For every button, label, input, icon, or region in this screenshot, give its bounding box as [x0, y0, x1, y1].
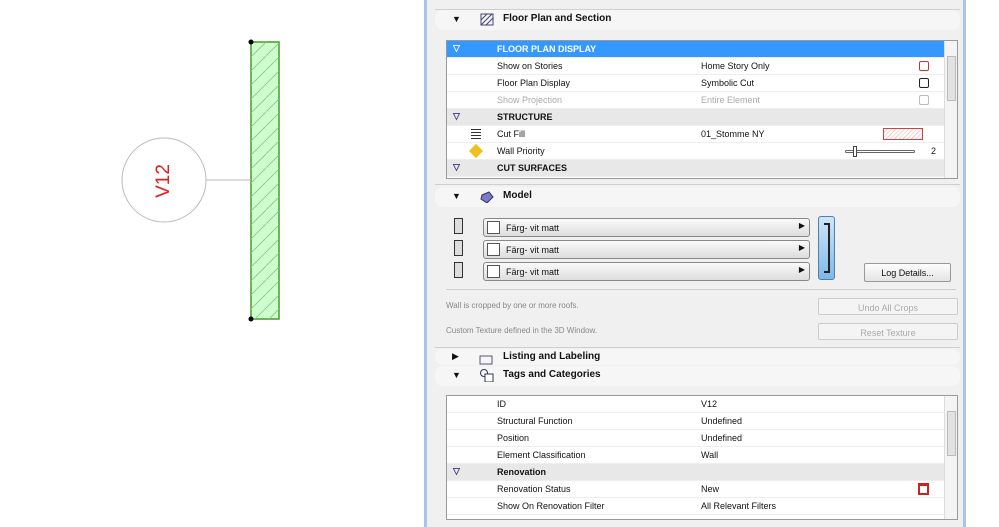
- surface-icon: [454, 218, 463, 234]
- projection-icon[interactable]: [919, 95, 929, 105]
- wall-node-bottom: [248, 316, 254, 322]
- table-row[interactable]: Element Classification Wall: [447, 447, 957, 464]
- renovation-status-icon[interactable]: [918, 483, 929, 495]
- row-label: Show on Stories: [497, 61, 563, 71]
- material-selector[interactable]: Färg- vit matt ▶: [483, 218, 810, 237]
- row-value[interactable]: Entire Element: [701, 95, 760, 105]
- group-toggle-icon[interactable]: ▽: [453, 111, 460, 122]
- surface-icon: [454, 262, 463, 278]
- listing-icon: [479, 355, 493, 365]
- link-materials-toggle[interactable]: [818, 216, 835, 280]
- row-value[interactable]: 2: [931, 146, 936, 156]
- model-icon: [480, 191, 494, 203]
- arrow-right-icon: ▶: [798, 265, 805, 274]
- material-name: Färg- vit matt: [506, 223, 560, 233]
- section-tags[interactable]: ▼ Tags and Categories: [435, 366, 960, 386]
- surface-icon: [454, 240, 463, 256]
- stories-icon[interactable]: [919, 61, 929, 71]
- table-row[interactable]: ID V12: [447, 396, 957, 413]
- scrollbar[interactable]: [944, 396, 957, 519]
- floor-plan-table: ▽ FLOOR PLAN DISPLAY Show on Stories Home S…: [446, 40, 958, 179]
- table-group-row[interactable]: ▽ STRUCTURE: [447, 109, 957, 126]
- table-row[interactable]: Floor Plan Display Symbolic Cut: [447, 75, 957, 92]
- row-value[interactable]: 01_Stomme NY: [701, 129, 765, 139]
- arrow-right-icon: ▶: [798, 221, 805, 230]
- scrollbar[interactable]: [944, 41, 957, 178]
- group-toggle-icon[interactable]: ▽: [453, 43, 460, 54]
- material-swatch: [487, 265, 500, 278]
- expand-triangle-icon[interactable]: ▼: [452, 14, 461, 24]
- settings-panel: ▼ Floor Plan and Section ▽ FLOOR PLAN DIS…: [424, 0, 966, 527]
- table-row[interactable]: Cut Fill 01_Stomme NY: [447, 126, 957, 143]
- tags-table: ID V12 Structural Function Undefined Positio…: [446, 395, 958, 520]
- table-group-row[interactable]: ▽ FLOOR PLAN DISPLAY: [447, 41, 957, 58]
- cut-fill-swatch[interactable]: [883, 128, 923, 140]
- table-row[interactable]: Show on Stories Home Story Only: [447, 58, 957, 75]
- table-row[interactable]: Renovation Status New: [447, 481, 957, 498]
- cut-fill-icon: [471, 129, 481, 139]
- row-value[interactable]: Undefined: [701, 416, 742, 426]
- wall-priority-slider[interactable]: [845, 146, 915, 157]
- plan-canvas[interactable]: [0, 0, 420, 527]
- row-label: Structural Function: [497, 416, 573, 426]
- row-label: Renovation Status: [497, 484, 571, 494]
- wall-node-top: [248, 39, 254, 45]
- display-icon[interactable]: [919, 78, 929, 88]
- row-label: Wall Priority: [497, 146, 545, 156]
- reset-texture-button[interactable]: Reset Texture: [818, 323, 958, 340]
- group-toggle-icon[interactable]: ▽: [453, 162, 460, 173]
- row-label: Position: [497, 433, 530, 443]
- group-label: Renovation: [497, 467, 547, 477]
- material-name: Färg- vit matt: [506, 245, 560, 255]
- row-label: Show Projection: [497, 95, 563, 105]
- log-details-button[interactable]: Log Details...: [864, 263, 951, 282]
- section-model[interactable]: ▼ Model: [435, 187, 960, 207]
- row-label: ID: [497, 399, 506, 409]
- wall-element[interactable]: [248, 39, 280, 322]
- row-value[interactable]: Home Story Only: [701, 61, 770, 71]
- group-label: FLOOR PLAN DISPLAY: [497, 44, 597, 54]
- arrow-right-icon: ▶: [798, 243, 805, 252]
- row-value[interactable]: Wall: [701, 450, 718, 460]
- table-row[interactable]: Position Undefined: [447, 430, 957, 447]
- material-name: Färg- vit matt: [506, 267, 560, 277]
- row-value[interactable]: New: [701, 484, 719, 494]
- row-value[interactable]: All Relevant Filters: [701, 501, 776, 511]
- table-group-row[interactable]: ▽ CUT SURFACES: [447, 160, 957, 177]
- row-value[interactable]: V12: [701, 399, 717, 409]
- table-row[interactable]: Wall Priority 2: [447, 143, 957, 160]
- material-selector[interactable]: Färg- vit matt ▶: [483, 262, 810, 281]
- scrollbar-thumb[interactable]: [947, 56, 956, 101]
- group-toggle-icon[interactable]: ▽: [453, 466, 460, 477]
- texture-note: Custom Texture defined in the 3D Window.: [446, 326, 598, 335]
- row-value[interactable]: Symbolic Cut: [701, 78, 754, 88]
- priority-icon: [468, 143, 484, 159]
- undo-all-crops-button[interactable]: Undo All Crops: [818, 298, 958, 315]
- material-selector[interactable]: Färg- vit matt ▶: [483, 240, 810, 259]
- row-value[interactable]: Undefined: [701, 433, 742, 443]
- slider-thumb[interactable]: [853, 146, 857, 157]
- table-row[interactable]: Show Projection Entire Element: [447, 92, 957, 109]
- group-label: STRUCTURE: [497, 112, 553, 122]
- tags-icon: [480, 369, 494, 382]
- table-row[interactable]: Show On Renovation Filter All Relevant Fi…: [447, 498, 957, 515]
- group-label: CUT SURFACES: [497, 163, 568, 173]
- material-swatch: [487, 221, 500, 234]
- wall-marker-label: V12: [153, 164, 174, 198]
- table-group-row[interactable]: ▽ Renovation: [447, 464, 957, 481]
- row-label: Cut Fill: [497, 129, 526, 139]
- floor-plan-icon: [480, 13, 494, 26]
- crop-note: Wall is cropped by one or more roofs.: [446, 301, 579, 310]
- row-label: Show On Renovation Filter: [497, 501, 605, 511]
- material-swatch: [487, 243, 500, 256]
- section-floor-plan[interactable]: ▼ Floor Plan and Section: [435, 10, 960, 30]
- collapsed-triangle-icon[interactable]: ▶: [452, 351, 459, 362]
- expand-triangle-icon[interactable]: ▼: [452, 370, 461, 380]
- table-row[interactable]: Structural Function Undefined: [447, 413, 957, 430]
- section-listing[interactable]: ▶ Listing and Labeling: [435, 349, 960, 365]
- scrollbar-thumb[interactable]: [947, 411, 956, 456]
- expand-triangle-icon[interactable]: ▼: [452, 191, 461, 201]
- row-label: Floor Plan Display: [497, 78, 571, 88]
- row-label: Element Classification: [497, 450, 586, 460]
